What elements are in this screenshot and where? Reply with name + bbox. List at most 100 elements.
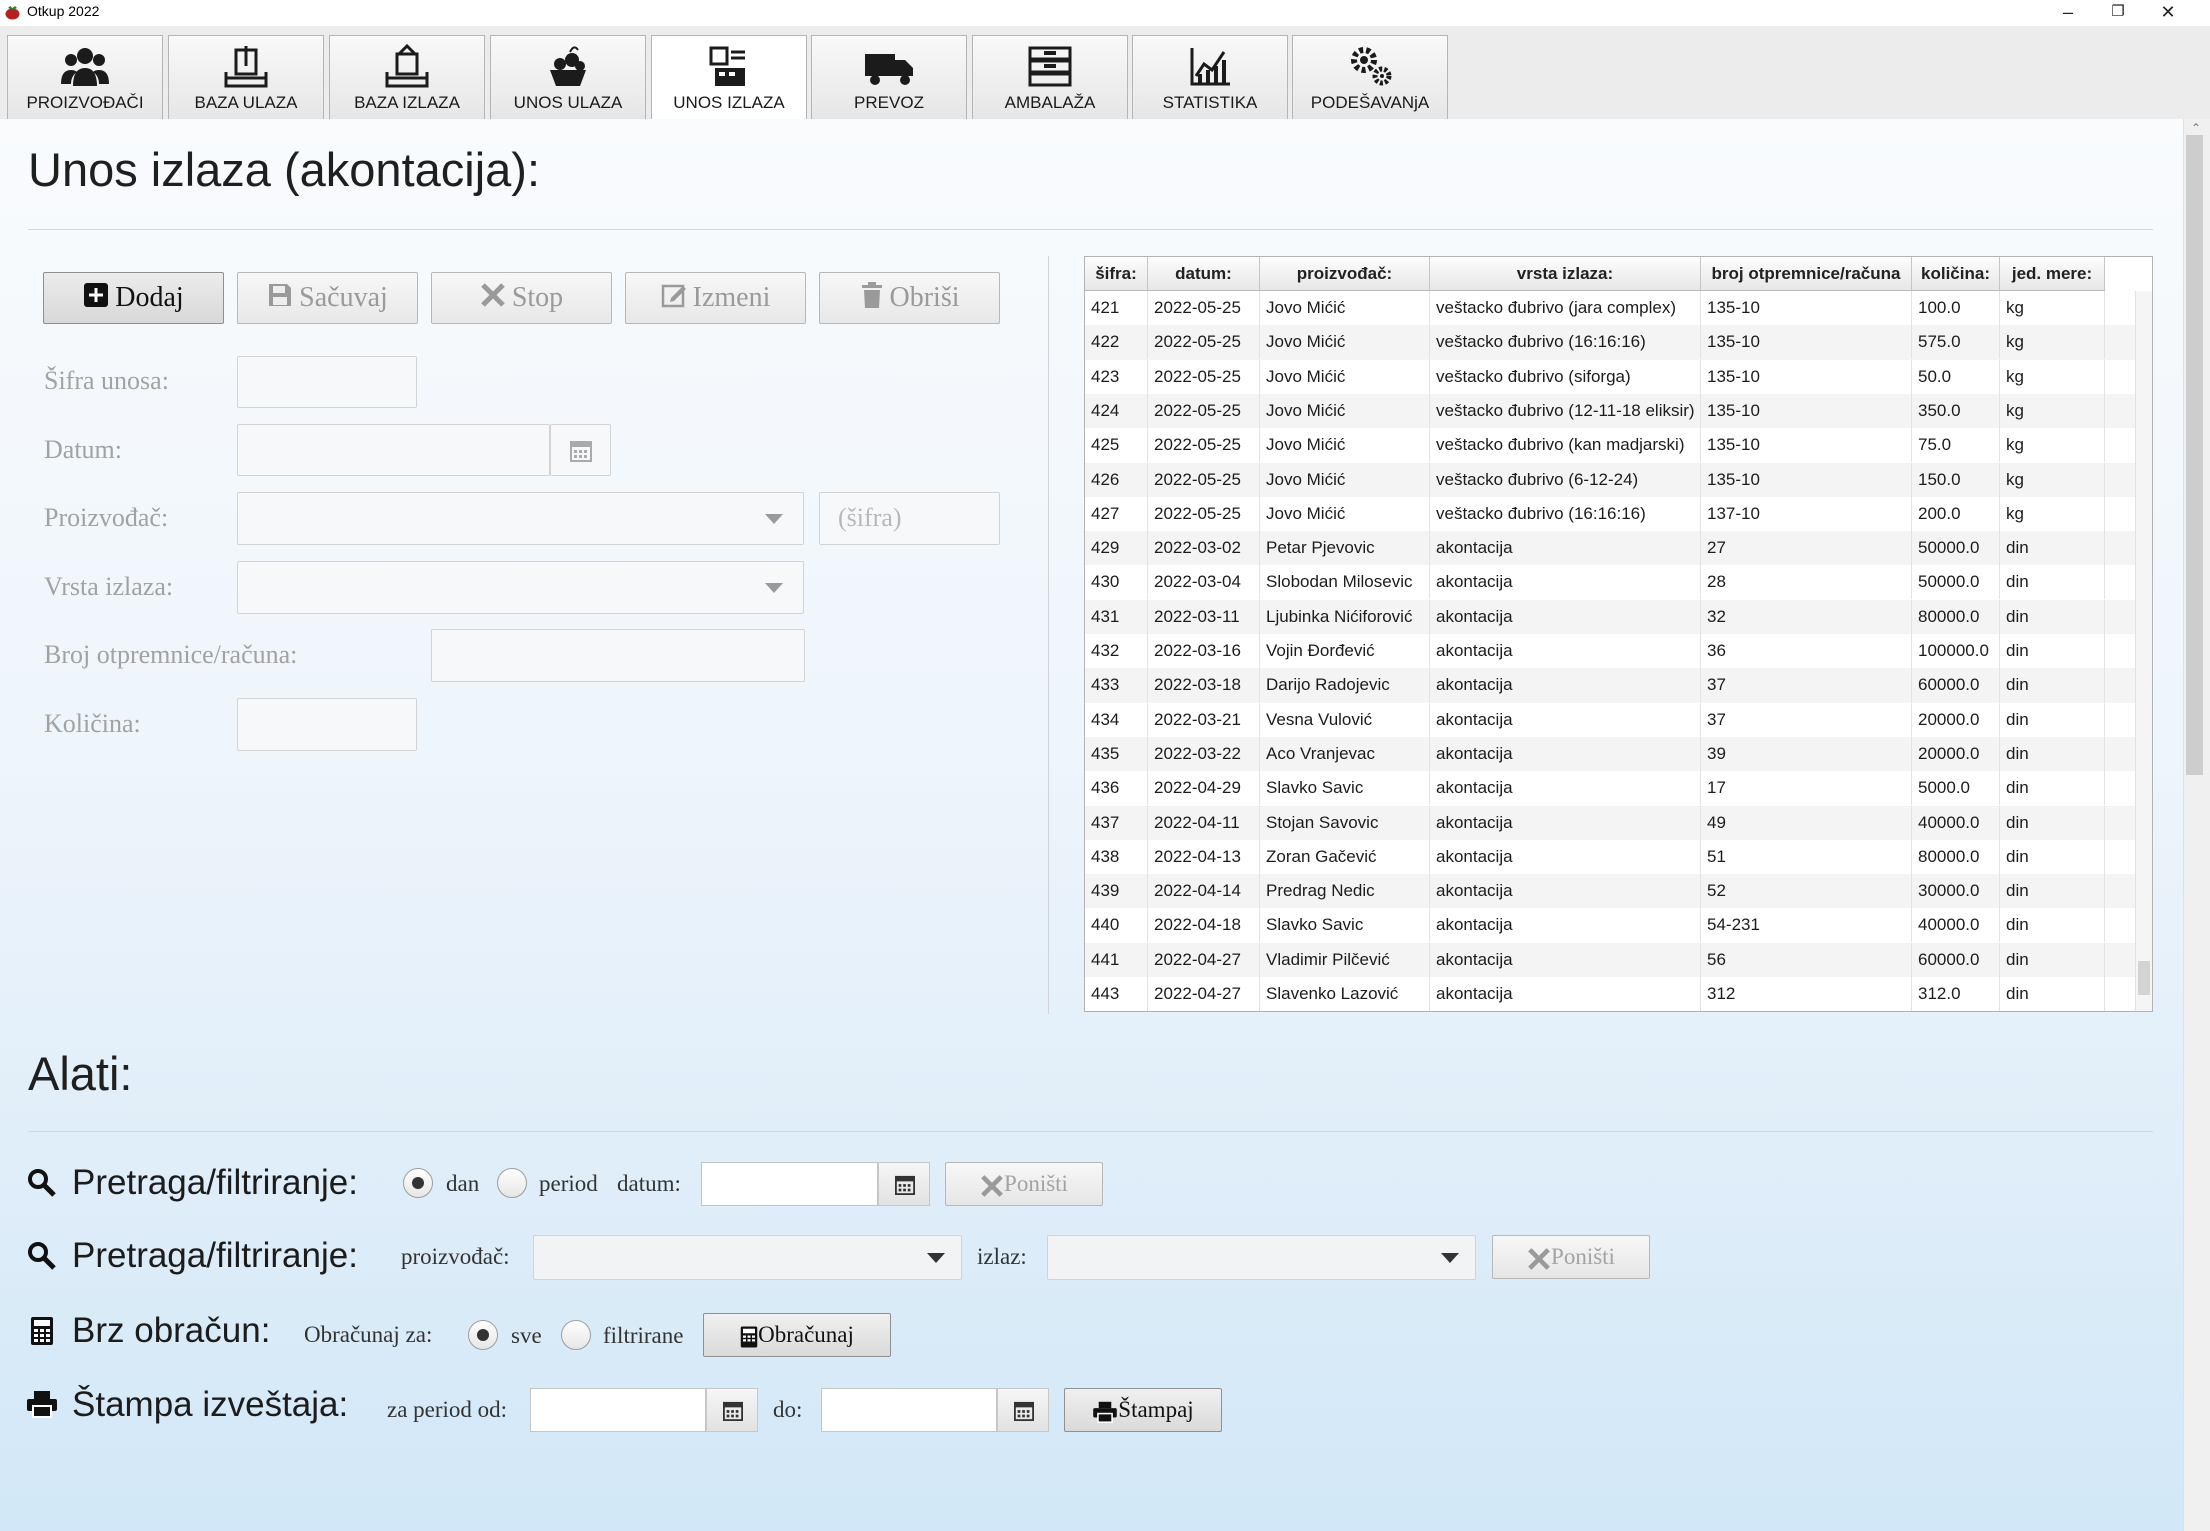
save-icon (267, 275, 293, 325)
sifra-input[interactable] (237, 356, 417, 408)
table-cell: Jovo Mićić (1260, 428, 1430, 463)
table-header-cell[interactable]: jed. mere: (2000, 257, 2105, 291)
radio-sve[interactable] (468, 1320, 498, 1350)
table-row[interactable]: 426 2022-05-25 Jovo Mićić veštacko đubrivo … (1085, 462, 2135, 497)
radio-period[interactable] (497, 1168, 527, 1198)
tab-prevoz[interactable]: PREVOZ (811, 35, 967, 119)
table-cell: din (2000, 668, 2105, 703)
scroll-up-icon[interactable]: ⌃ (2191, 121, 2201, 135)
dodaj-button[interactable]: Dodaj (43, 272, 224, 324)
stop-button[interactable]: Stop (431, 272, 612, 324)
table-row[interactable]: 422 2022-05-25 Jovo Mićić veštacko đubrivo … (1085, 325, 2135, 360)
table-row[interactable]: 433 2022-03-18 Darijo Radojevic akontacija 3… (1085, 668, 2135, 703)
table-row[interactable]: 434 2022-03-21 Vesna Vulović akontacija 37 20… (1085, 702, 2135, 737)
broj-otpremnice-input[interactable] (431, 629, 805, 682)
table-row[interactable]: 421 2022-05-25 Jovo Mićić veštacko đubrivo … (1085, 291, 2135, 325)
period-od-input[interactable] (530, 1388, 706, 1432)
table-cell: veštacko đubrivo (kan madjarski) (1430, 428, 1701, 463)
divider (28, 1131, 2153, 1132)
table-header-cell[interactable]: šifra: (1085, 257, 1148, 291)
tools-heading: Alati: (28, 1047, 133, 1100)
table-cell: 430 (1085, 565, 1148, 600)
table-row[interactable]: 439 2022-04-14 Predrag Nedic akontacija 52 30… (1085, 874, 2135, 909)
tab-unos-izlaza[interactable]: UNOS IZLAZA (651, 35, 807, 120)
restore-button[interactable]: ❐ (2093, 0, 2143, 26)
table-row[interactable]: 438 2022-04-13 Zoran Gačević akontacija 51 80… (1085, 839, 2135, 874)
table-cell: 20000.0 (1912, 736, 2000, 771)
izmeni-button[interactable]: Izmeni (625, 272, 806, 324)
page-title: Unos izlaza (akontacija): (28, 143, 540, 196)
tab-statistika[interactable]: STATISTIKA (1132, 35, 1288, 119)
table-cell: 350.0 (1912, 393, 2000, 428)
table-row[interactable]: 443 2022-04-27 Slavenko Lazović akontacija 3… (1085, 977, 2135, 1011)
tab-unos-ulaza[interactable]: UNOS ULAZA (490, 35, 646, 119)
obracunaj-button[interactable]: Obračunaj (703, 1313, 891, 1357)
proizvodjac-combobox[interactable] (237, 492, 804, 545)
table-cell: kg (2000, 325, 2105, 360)
table-row[interactable]: 427 2022-05-25 Jovo Mićić veštacko đubrivo … (1085, 496, 2135, 531)
table-cell: kg (2000, 359, 2105, 394)
tab-podesavanja[interactable]: PODEŠAVANjA (1292, 35, 1448, 119)
obrisi-button[interactable]: Obriši (819, 272, 1000, 324)
table-row[interactable]: 437 2022-04-11 Stojan Savovic akontacija 49 4… (1085, 805, 2135, 840)
sifra-placeholder: (šifra) (838, 503, 902, 532)
table-row[interactable]: 440 2022-04-18 Slavko Savic akontacija 54-23… (1085, 908, 2135, 943)
table-row[interactable]: 432 2022-03-16 Vojin Đorđević akontacija 36 1… (1085, 634, 2135, 668)
table-header-cell[interactable]: količina: (1912, 257, 2000, 291)
period-do-label: do: (773, 1397, 803, 1422)
table-row[interactable]: 435 2022-03-22 Aco Vranjevac akontacija 39 20… (1085, 736, 2135, 772)
radio-filtrirane[interactable] (561, 1320, 591, 1350)
proizvodjac-filter-combobox[interactable] (533, 1235, 962, 1280)
tab-baza-ulaza[interactable]: BAZA ULAZA (168, 35, 324, 119)
table-cell: 40000.0 (1912, 908, 2000, 943)
table-header-cell[interactable]: vrsta izlaza: (1430, 257, 1701, 291)
datum-input[interactable] (237, 424, 550, 476)
table-row[interactable]: 431 2022-03-11 Ljubinka Nićiforović akontac… (1085, 599, 2135, 634)
table-row[interactable]: 429 2022-03-02 Petar Pjevovic akontacija 27 5… (1085, 531, 2135, 566)
minimize-button[interactable]: – (2043, 0, 2093, 26)
ponisti-izlaz-button[interactable]: Poništi (1492, 1235, 1650, 1279)
sacuvaj-button[interactable]: Sačuvaj (237, 272, 418, 324)
radio-dan[interactable] (403, 1168, 433, 1198)
chevron-down-icon (765, 583, 783, 593)
table-scrollbar-thumb[interactable] (2138, 961, 2150, 995)
table-cell: din (2000, 874, 2105, 909)
period-do-input[interactable] (821, 1388, 997, 1432)
table-row[interactable]: 423 2022-05-25 Jovo Mićić veštacko đubrivo … (1085, 359, 2135, 394)
table-cell: 431 (1085, 599, 1148, 634)
vrsta-izlaza-combobox[interactable] (237, 561, 804, 614)
close-button[interactable]: ✕ (2143, 0, 2193, 26)
table-scrollbar[interactable] (2135, 291, 2152, 1011)
datum-filter-input[interactable] (701, 1162, 878, 1206)
kolicina-input[interactable] (237, 698, 417, 751)
table-header-cell[interactable]: datum: (1148, 257, 1260, 291)
stampaj-button[interactable]: Štampaj (1064, 1388, 1222, 1432)
table-row[interactable]: 430 2022-03-04 Slobodan Milosevic akontacij… (1085, 565, 2135, 600)
page-scrollbar-thumb[interactable] (2186, 135, 2203, 775)
ponisti-datum-button[interactable]: Poništi (945, 1162, 1103, 1206)
table-header-cell[interactable]: proizvođač: (1260, 257, 1430, 291)
table-cell: kg (2000, 291, 2105, 325)
datum-filter-calendar-button[interactable] (878, 1162, 930, 1206)
table-cell: 439 (1085, 874, 1148, 909)
tab-proizvodjaci[interactable]: PROIZVOĐAČI (7, 35, 163, 119)
table-header-cell[interactable]: broj otpremnice/računa (1701, 257, 1912, 291)
table-row[interactable]: 441 2022-04-27 Vladimir Pilčević akontacija… (1085, 942, 2135, 977)
table-row[interactable]: 424 2022-05-25 Jovo Mićić veštacko đubrivo … (1085, 393, 2135, 429)
proizvodjac-sifra-input[interactable]: (šifra) (819, 492, 1000, 545)
izlaz-filter-combobox[interactable] (1047, 1235, 1476, 1280)
table-cell: 50000.0 (1912, 531, 2000, 566)
datum-calendar-button[interactable] (550, 424, 611, 476)
tab-baza-izlaza[interactable]: BAZA IZLAZA (329, 35, 485, 119)
x-icon (1527, 1244, 1551, 1270)
stampaj-label: Štampaj (1118, 1397, 1194, 1422)
tab-label: PREVOZ (854, 93, 924, 112)
table-row[interactable]: 436 2022-04-29 Slavko Savic akontacija 17 500… (1085, 771, 2135, 806)
table-cell: 426 (1085, 462, 1148, 497)
tab-ambalaza[interactable]: AMBALAŽA (972, 35, 1128, 119)
period-od-calendar-button[interactable] (706, 1388, 758, 1432)
chevron-down-icon (927, 1253, 945, 1263)
period-do-calendar-button[interactable] (997, 1388, 1049, 1432)
gears-icon (1351, 47, 1392, 86)
table-row[interactable]: 425 2022-05-25 Jovo Mićić veštacko đubrivo … (1085, 428, 2135, 463)
